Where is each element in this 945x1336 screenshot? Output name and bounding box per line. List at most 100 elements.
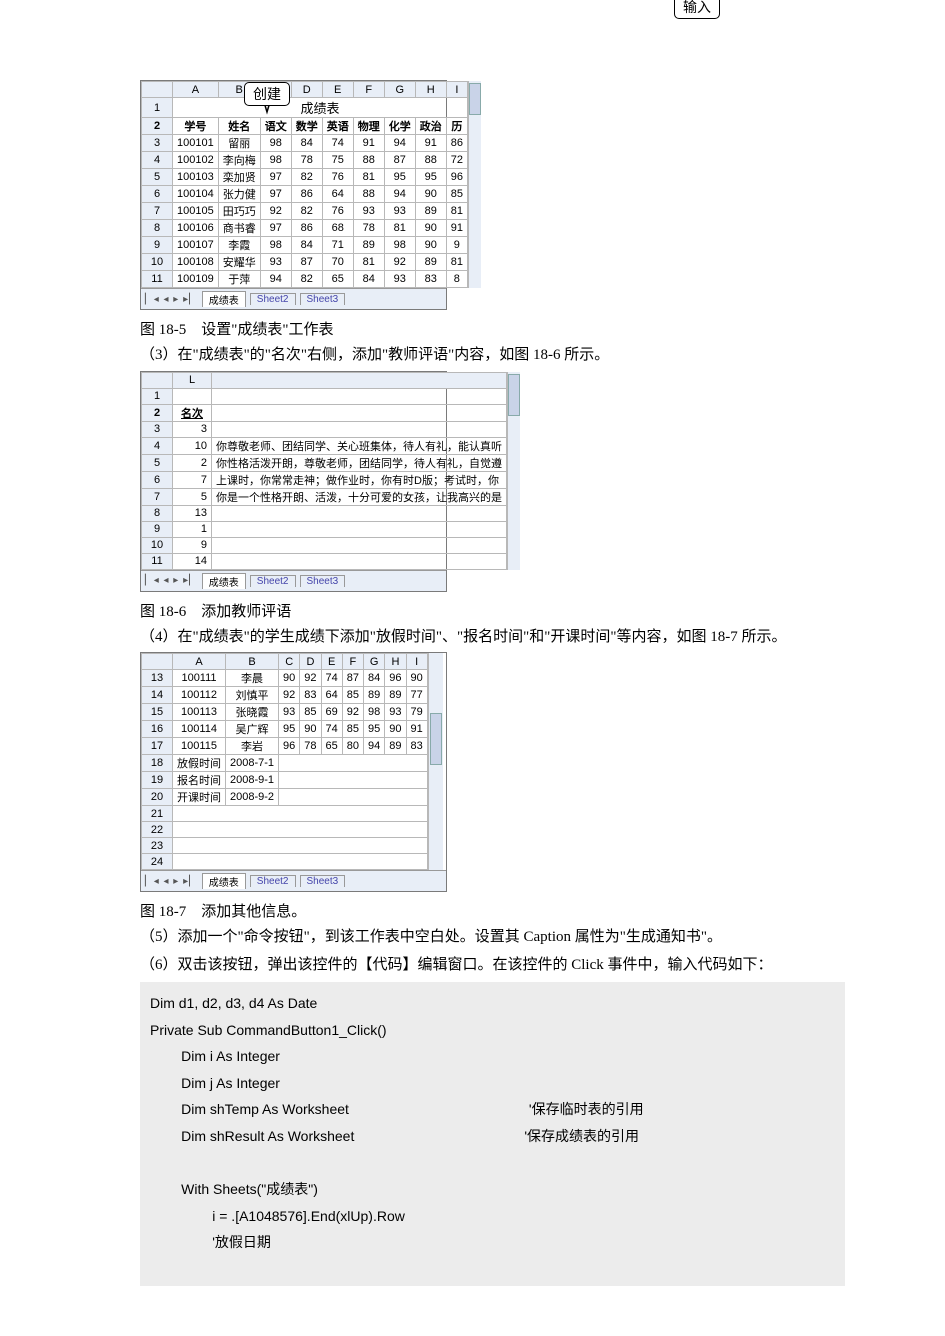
cell: 89: [385, 738, 406, 755]
table-row: 1 成绩表: [142, 98, 468, 118]
hdr-mingci: 名次: [173, 404, 212, 421]
cell: 89: [353, 237, 384, 254]
cell: 82: [291, 271, 322, 288]
code-line: Dim d1, d2, d3, d4 As Date: [150, 995, 317, 1011]
cell: 2: [173, 454, 212, 471]
cell: 100114: [173, 721, 226, 738]
col-G: G: [384, 82, 415, 98]
cell: 81: [446, 254, 467, 271]
cell: 81: [384, 220, 415, 237]
table-row: 19报名时间2008-9-1: [142, 772, 428, 789]
table-row: 10100108安耀华93877081928981: [142, 254, 468, 271]
col-B: B: [226, 654, 279, 670]
table-row: 17100115李岩96786580948983: [142, 738, 428, 755]
cell: 88: [415, 152, 446, 169]
sheet-tab-bar: ▏◂ ◂ ▸ ▸▏ 成绩表 Sheet2 Sheet3: [141, 870, 446, 891]
row-num: 14: [142, 687, 173, 704]
cell: 87: [384, 152, 415, 169]
corner-cell: [142, 654, 173, 670]
cell: 97: [260, 220, 291, 237]
sheet-tab-active[interactable]: 成绩表: [202, 291, 246, 307]
table-row: 15100113张晓霞93856992989379: [142, 704, 428, 721]
cell: 刘慎平: [226, 687, 279, 704]
row-num: 20: [142, 789, 173, 806]
sheet-nav-icon[interactable]: ▏◂ ◂ ▸ ▸▏: [145, 876, 198, 887]
table-row: 4100102李向梅98787588878872: [142, 152, 468, 169]
table-row: 13100111李晨90927487849690: [142, 670, 428, 687]
vertical-scrollbar[interactable]: [428, 653, 443, 870]
cell: [212, 521, 507, 537]
cell: 报名时间: [173, 772, 226, 789]
cell: 84: [353, 271, 384, 288]
scroll-thumb[interactable]: [508, 374, 520, 416]
cell: 80: [342, 738, 363, 755]
para-4: （4）在"成绩表"的学生成绩下添加"放假时间"、"报名时间"和"开课时间"等内容…: [140, 625, 845, 651]
vertical-scrollbar[interactable]: [468, 81, 481, 288]
caption-18-6: 图 18-6 添加教师评语: [140, 600, 845, 621]
sheet-tab[interactable]: Sheet2: [250, 575, 296, 587]
table-header-row: 2 学号 姓名 语文 数学 英语 物理 化学 政治 历: [142, 118, 468, 135]
cell: 98: [384, 237, 415, 254]
table-row: 11100109于萍9482658493838: [142, 271, 468, 288]
vertical-scrollbar[interactable]: [507, 372, 520, 570]
row-num: 13: [142, 670, 173, 687]
hdr: 历: [446, 118, 467, 135]
cell: 94: [384, 135, 415, 152]
code-line: Dim shResult As Worksheet: [150, 1128, 354, 1144]
table-row: 14100112刘慎平92836485898977: [142, 687, 428, 704]
col-A: A: [173, 654, 226, 670]
cell: 97: [260, 186, 291, 203]
cell: 95: [384, 169, 415, 186]
sheet-nav-icon[interactable]: ▏◂ ◂ ▸ ▸▏: [145, 575, 198, 586]
cell: 100109: [173, 271, 219, 288]
corner-cell: [142, 82, 173, 98]
cell: 85: [342, 687, 363, 704]
table-row: 24: [142, 854, 428, 870]
sheet-tab-bar: ▏◂ ◂ ▸ ▸▏ 成绩表 Sheet2 Sheet3: [141, 288, 446, 309]
sheet-tab[interactable]: Sheet2: [250, 875, 296, 887]
cell: 74: [321, 721, 342, 738]
row-num: 22: [142, 822, 173, 838]
cell: 98: [260, 152, 291, 169]
cell: 2008-9-2: [226, 789, 279, 806]
sheet-title: 成绩表: [173, 98, 468, 118]
code-comment: '保存临时表的引用: [529, 1101, 644, 1117]
callout-input: 输入: [674, 0, 720, 19]
row-num: 5: [142, 169, 173, 186]
corner-cell: [142, 372, 173, 388]
sheet-nav-icon[interactable]: ▏◂ ◂ ▸ ▸▏: [145, 294, 198, 305]
cell: 83: [406, 738, 427, 755]
caption-18-7: 图 18-7 添加其他信息。: [140, 900, 845, 921]
cell: 83: [300, 687, 321, 704]
scroll-thumb[interactable]: [469, 83, 481, 115]
cell: 你性格活泼开朗，尊敬老师，团结同学，待人有礼，自觉遵: [212, 454, 507, 471]
row-num: 3: [142, 135, 173, 152]
caption-18-5: 图 18-5 设置"成绩表"工作表: [140, 318, 845, 339]
scroll-thumb[interactable]: [430, 713, 442, 765]
cell: 77: [406, 687, 427, 704]
cell: 2008-9-1: [226, 772, 279, 789]
cell: 开课时间: [173, 789, 226, 806]
cell: 93: [385, 704, 406, 721]
cell: 91: [446, 220, 467, 237]
cell: 7: [173, 471, 212, 488]
cell: 94: [384, 186, 415, 203]
cell: 84: [291, 135, 322, 152]
sheet-tab-active[interactable]: 成绩表: [202, 573, 246, 589]
row-num: 24: [142, 854, 173, 870]
table-row: 5100103栾加贤97827681959596: [142, 169, 468, 186]
cell: 85: [300, 704, 321, 721]
sheet-tab[interactable]: Sheet3: [300, 875, 346, 887]
sheet-tab-active[interactable]: 成绩表: [202, 873, 246, 889]
sheet-tab[interactable]: Sheet3: [300, 293, 346, 305]
cell: 91: [415, 135, 446, 152]
sheet-tab[interactable]: Sheet2: [250, 293, 296, 305]
cell: 安耀华: [218, 254, 260, 271]
hdr: 英语: [322, 118, 353, 135]
row-num: 4: [142, 152, 173, 169]
row-num: 7: [142, 203, 173, 220]
cell: 14: [173, 553, 212, 569]
sheet-tab[interactable]: Sheet3: [300, 575, 346, 587]
cell: [212, 421, 507, 437]
table-row: 20开课时间2008-9-2: [142, 789, 428, 806]
